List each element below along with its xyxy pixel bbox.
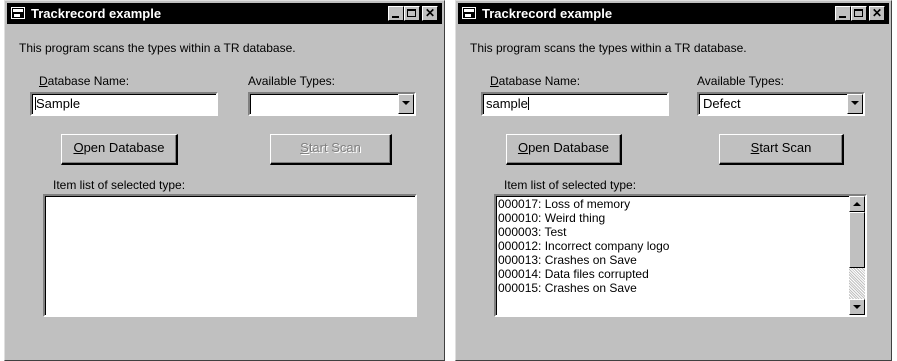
vertical-scrollbar[interactable] xyxy=(849,196,865,315)
available-types-label: Available Types: xyxy=(697,74,784,88)
list-item[interactable]: 000012: Incorrect company logo xyxy=(498,239,669,253)
maximize-icon[interactable] xyxy=(851,6,867,21)
database-name-value: Sample xyxy=(36,96,81,111)
available-types-value: Defect xyxy=(703,96,741,111)
dropdown-button[interactable] xyxy=(847,94,863,114)
start-scan-label: tart Scan xyxy=(308,140,361,155)
description-text: This program scans the types within a TR… xyxy=(470,41,747,55)
database-name-label: Database Name: xyxy=(490,74,580,88)
item-list: 000017: Loss of memory 000010: Weird thi… xyxy=(498,197,669,295)
dropdown-button[interactable] xyxy=(398,94,414,114)
start-scan-mnemonic: S xyxy=(750,140,760,155)
dropdown-arrow-icon xyxy=(402,101,410,105)
list-item[interactable]: 000013: Crashes on Save xyxy=(498,253,669,267)
text-caret xyxy=(527,97,529,110)
app-icon[interactable] xyxy=(462,7,476,19)
start-scan-button[interactable]: Start Scan xyxy=(270,134,392,165)
description-text: This program scans the types within a TR… xyxy=(19,41,296,55)
item-listbox[interactable] xyxy=(43,194,417,317)
dropdown-arrow-icon xyxy=(851,101,859,105)
database-name-input[interactable]: sample xyxy=(481,92,669,116)
title-bar[interactable]: Trackrecord example ✕ xyxy=(7,3,442,24)
open-database-mnemonic: O xyxy=(73,140,84,155)
scroll-up-button[interactable] xyxy=(849,196,865,212)
minimize-icon[interactable] xyxy=(835,6,851,21)
scroll-thumb[interactable] xyxy=(849,212,865,268)
available-types-label: Available Types: xyxy=(248,74,335,88)
maximize-icon[interactable] xyxy=(404,6,420,21)
open-database-mnemonic: O xyxy=(517,140,529,155)
scroll-up-icon xyxy=(853,202,861,206)
database-name-input[interactable]: Sample xyxy=(30,92,218,116)
start-scan-mnemonic: S xyxy=(300,140,309,155)
close-icon[interactable]: ✕ xyxy=(422,6,438,21)
item-list-label: Item list of selected type: xyxy=(504,178,637,192)
database-name-label-rest: atabase Name: xyxy=(47,74,130,88)
open-database-label: pen Database xyxy=(83,140,165,155)
database-name-mnemonic: D xyxy=(39,74,48,88)
database-name-mnemonic: D xyxy=(490,74,499,88)
database-name-value: sample xyxy=(486,96,528,111)
close-icon[interactable]: ✕ xyxy=(869,6,885,21)
title-bar[interactable]: Trackrecord example ✕ xyxy=(458,3,889,24)
item-list-label: Item list of selected type: xyxy=(53,178,186,192)
window-title: Trackrecord example xyxy=(31,6,162,21)
start-scan-label: tart Scan xyxy=(759,140,812,155)
available-types-combo[interactable] xyxy=(248,92,416,116)
open-database-button[interactable]: Open Database xyxy=(506,134,622,165)
scroll-down-icon xyxy=(853,305,861,309)
trackrecord-window-loaded: Trackrecord example ✕ This program scans… xyxy=(455,0,892,361)
open-database-label: pen Database xyxy=(528,140,610,155)
app-icon[interactable] xyxy=(11,7,25,19)
item-listbox[interactable]: 000017: Loss of memory 000010: Weird thi… xyxy=(494,194,867,317)
scroll-down-button[interactable] xyxy=(849,299,865,315)
database-name-label-rest: atabase Name: xyxy=(498,74,581,88)
minimize-icon[interactable] xyxy=(388,6,404,21)
list-item[interactable]: 000017: Loss of memory xyxy=(498,197,669,211)
database-name-label: Database Name: xyxy=(39,74,129,88)
start-scan-button[interactable]: Start Scan xyxy=(719,134,844,165)
list-item[interactable]: 000003: Test xyxy=(498,225,669,239)
open-database-button[interactable]: Open Database xyxy=(61,134,178,165)
list-item[interactable]: 000015: Crashes on Save xyxy=(498,281,669,295)
available-types-combo[interactable]: Defect xyxy=(697,92,865,116)
window-title: Trackrecord example xyxy=(482,6,613,21)
list-item[interactable]: 000010: Weird thing xyxy=(498,211,669,225)
trackrecord-window-empty: Trackrecord example ✕ This program scans… xyxy=(4,0,445,361)
list-item[interactable]: 000014: Data files corrupted xyxy=(498,267,669,281)
